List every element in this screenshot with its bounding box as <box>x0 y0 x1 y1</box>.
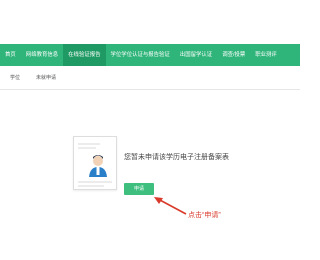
arrow-up-left-icon <box>154 197 187 215</box>
nav-item-online-verification[interactable]: 在线验证报告 <box>63 44 106 66</box>
nav-item-online-education[interactable]: 网络教育信息 <box>21 44 63 66</box>
sub-nav: 学位 未就申请 <box>0 66 300 90</box>
subnav-item-not-applied[interactable]: 未就申请 <box>36 74 56 81</box>
header-area <box>0 0 300 44</box>
nav-item-study-abroad[interactable]: 出国留学认证 <box>175 44 217 66</box>
nav-item-career[interactable]: 职业测评 <box>250 44 282 66</box>
subnav-item-degree[interactable]: 学位 <box>10 74 20 81</box>
instruction-annotation: 点击“申请” <box>188 212 221 219</box>
page: 首页 网络教育信息 在线验证报告 学位学位认证与报告验证 出国留学认证 调查/投… <box>0 0 300 260</box>
main-nav: 首页 网络教育信息 在线验证报告 学位学位认证与报告验证 出国留学认证 调查/投… <box>0 44 300 66</box>
apply-button[interactable]: 申请 <box>124 183 154 195</box>
status-message: 您暂未申请该学历电子注册备案表 <box>124 154 229 161</box>
nav-item-survey[interactable]: 调查/投票 <box>217 44 250 66</box>
nav-item-degree-certification[interactable]: 学位学位认证与报告验证 <box>106 44 175 66</box>
nav-item-home[interactable]: 首页 <box>0 44 21 66</box>
document-avatar-icon <box>73 136 117 190</box>
